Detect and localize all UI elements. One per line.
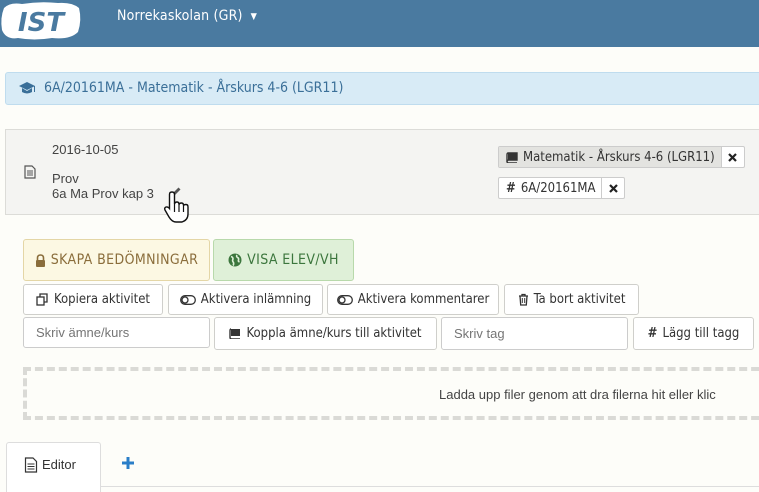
ist-logo[interactable]: IST [0, 0, 82, 42]
copy-icon [36, 293, 48, 306]
create-assessments-button[interactable]: SKAPA BEDÖMNINGAR [23, 239, 210, 281]
copy-activity-button[interactable]: Kopiera aktivitet [23, 284, 163, 315]
activity-panel: 2016-10-05 Prov 6a Ma Prov kap 3 [5, 129, 759, 215]
toggle-off-icon [336, 294, 353, 305]
trash-icon [518, 293, 528, 306]
hand-pointer-icon [163, 191, 189, 223]
tab-editor[interactable]: Editor [6, 442, 101, 492]
school-name: Norrekaskolan (GR) [117, 8, 243, 24]
add-tag-button[interactable]: # Lägg till tagg [633, 317, 754, 350]
course-banner: 6A/20161MA - Matematik - Årskurs 4-6 (LG… [5, 72, 759, 105]
remove-hashtag-tag-button[interactable] [601, 178, 624, 198]
activity-title[interactable]: 6a Ma Prov kap 3 [52, 186, 154, 201]
delete-activity-button[interactable]: Ta bort aktivitet [504, 284, 639, 315]
course-title: 6A/20161MA - Matematik - Årskurs 4-6 (LG… [44, 80, 344, 96]
activity-type: Prov [52, 171, 79, 186]
document-icon [24, 165, 36, 179]
toggle-off-icon [179, 294, 196, 305]
tab-editor-label: Editor [42, 457, 76, 472]
caret-down-icon: ▼ [250, 12, 258, 22]
close-icon [609, 183, 618, 193]
globe-icon [228, 253, 242, 267]
enable-submission-button[interactable]: Aktivera inlämning [168, 284, 323, 315]
show-students-button[interactable]: VISA ELEV/VH [213, 239, 354, 281]
graduation-cap-icon [19, 82, 35, 94]
document-icon [24, 457, 38, 473]
file-upload-dropzone[interactable]: Ladda upp filer genom att dra filerna hi… [23, 367, 759, 420]
hashtag-icon: # [647, 326, 658, 341]
hashtag-icon: # [506, 180, 516, 196]
hashtag-tag-label: # 6A/20161MA [506, 180, 596, 196]
school-selector[interactable]: Norrekaskolan (GR) ▼ [117, 8, 257, 24]
lock-icon [35, 253, 45, 267]
close-icon [728, 152, 737, 162]
svg-text:IST: IST [18, 8, 66, 38]
book-icon [229, 328, 241, 339]
enable-comments-button[interactable]: Aktivera kommentarer [327, 284, 499, 315]
activity-date: 2016-10-05 [52, 142, 119, 157]
subject-input[interactable] [23, 317, 210, 348]
tag-input[interactable] [441, 317, 628, 350]
add-tab-icon[interactable] [120, 455, 136, 471]
upload-instructions: Ladda upp filer genom att dra filerna hi… [439, 387, 716, 402]
remove-subject-tag-button[interactable] [720, 147, 744, 167]
book-icon [506, 151, 518, 163]
link-subject-button[interactable]: Koppla ämne/kurs till aktivitet [214, 317, 437, 350]
top-navbar: IST Norrekaskolan (GR) ▼ [0, 0, 759, 47]
subject-tag-label: Matematik - Årskurs 4-6 (LGR11) [499, 147, 721, 167]
subject-tag: Matematik - Årskurs 4-6 (LGR11) [498, 146, 745, 168]
hashtag-tag: # 6A/20161MA [498, 177, 626, 199]
